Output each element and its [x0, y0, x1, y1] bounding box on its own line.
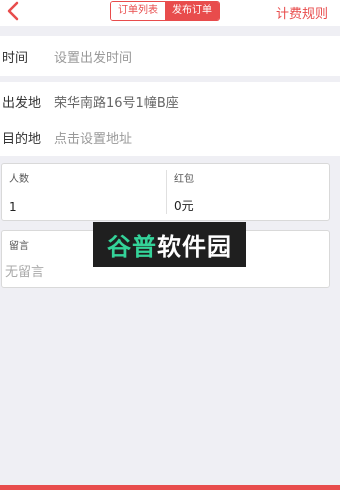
origin-row[interactable]: 出发地 荣华南路16号1幢B座: [0, 82, 340, 120]
billing-rules-link[interactable]: 计费规则: [276, 3, 328, 22]
time-label: 时间: [2, 50, 29, 66]
message-input[interactable]: 无留言: [5, 261, 44, 280]
red-packet-cell[interactable]: 红包 0元: [167, 164, 330, 220]
red-packet-value[interactable]: 0元: [174, 197, 194, 214]
people-cell[interactable]: 人数 1: [2, 164, 166, 220]
tab-order-list[interactable]: 订单列表: [111, 2, 165, 20]
message-label: 留言: [9, 241, 29, 252]
people-value[interactable]: 1: [9, 200, 17, 214]
time-value[interactable]: 设置出发时间: [54, 47, 132, 66]
top-navbar: 订单列表 发布订单 计费规则: [0, 0, 340, 26]
origin-label: 出发地: [2, 95, 42, 111]
tab-publish-order[interactable]: 发布订单: [165, 2, 219, 20]
origin-value[interactable]: 荣华南路16号1幢B座: [54, 92, 179, 111]
watermark-text: 软件园: [157, 233, 232, 261]
watermark-accent-text: 谷普: [107, 233, 157, 261]
order-tab-switch: 订单列表 发布订单: [110, 1, 220, 21]
chevron-left-icon[interactable]: [6, 1, 26, 23]
time-row[interactable]: 时间 设置出发时间: [0, 36, 340, 76]
bottom-action-bar[interactable]: [0, 485, 340, 490]
watermark-logo: 谷普软件园: [93, 222, 246, 267]
people-label: 人数: [9, 174, 29, 185]
destination-value[interactable]: 点击设置地址: [54, 128, 132, 147]
order-info-card: 人数 1 红包 0元: [1, 163, 330, 221]
time-panel: 时间 设置出发时间: [0, 36, 340, 76]
destination-row[interactable]: 目的地 点击设置地址: [0, 118, 340, 156]
red-packet-label: 红包: [174, 174, 194, 185]
address-panel: 出发地 荣华南路16号1幢B座 目的地 点击设置地址: [0, 82, 340, 156]
destination-label: 目的地: [2, 131, 42, 147]
